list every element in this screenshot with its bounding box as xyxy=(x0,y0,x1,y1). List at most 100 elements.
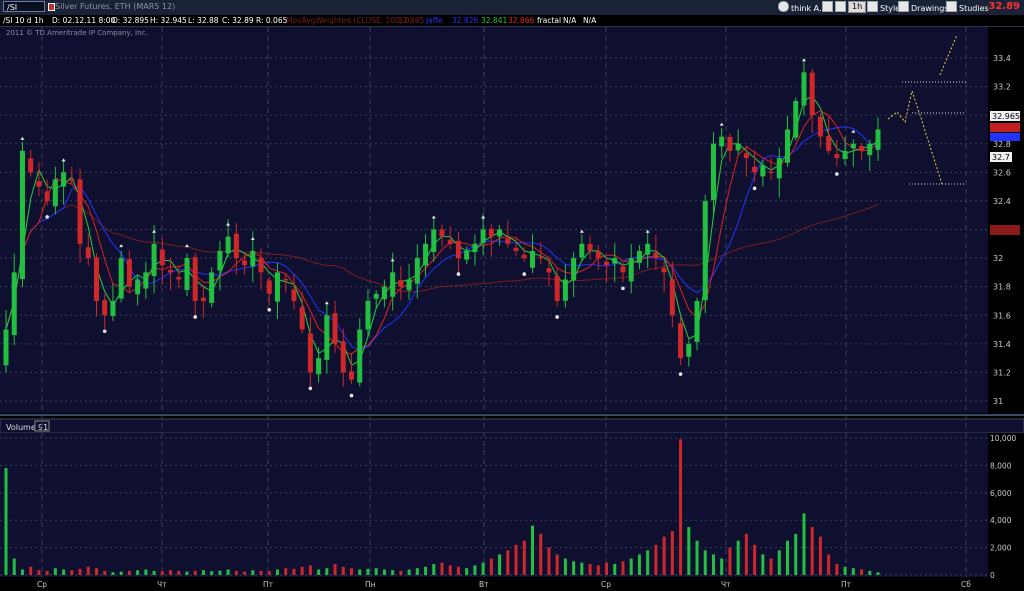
candle-body xyxy=(488,228,494,237)
volume-bar xyxy=(498,554,502,575)
candle-body xyxy=(694,300,700,342)
volume-bar xyxy=(169,570,173,575)
price-tick-label: 31 xyxy=(993,397,1003,406)
price-tick-label: 32 xyxy=(993,254,1003,263)
price-panel[interactable] xyxy=(0,27,988,413)
candle-body xyxy=(176,277,182,280)
volume-bar xyxy=(835,564,839,575)
volume-bar xyxy=(185,571,189,575)
volume-axis[interactable] xyxy=(988,433,1024,577)
time-axis[interactable] xyxy=(0,577,1024,591)
zoom-in-icon[interactable] xyxy=(822,1,833,12)
volume-bar xyxy=(547,547,551,575)
day-label: Пт xyxy=(841,580,852,589)
volume-bar xyxy=(860,569,864,575)
volume-bar xyxy=(728,547,732,575)
volume-bar xyxy=(210,571,214,575)
candle-body xyxy=(604,261,610,266)
chart-area[interactable]: 2011 © TD Ameritrade IP Company, Inc. Vo… xyxy=(0,27,1024,591)
candle-body xyxy=(217,250,223,271)
fractal-down-marker xyxy=(45,215,49,219)
volume-bar xyxy=(119,571,123,575)
volume-bar xyxy=(761,554,765,575)
price-tick-label: 31.6 xyxy=(993,311,1011,320)
volume-bar xyxy=(308,565,312,575)
symbol-input[interactable]: /SI xyxy=(3,1,45,12)
volume-bar xyxy=(753,544,757,575)
study-jaffe-label: Jaffe xyxy=(426,16,443,25)
drawings-button[interactable]: Drawings xyxy=(898,1,948,13)
candle-body xyxy=(233,233,239,259)
volume-bar xyxy=(736,540,740,575)
candle-body xyxy=(291,289,297,301)
candle-body xyxy=(349,371,355,380)
volume-bar xyxy=(637,554,641,575)
candle-body xyxy=(571,258,577,281)
fractal-down-marker xyxy=(267,308,272,312)
wma-tag xyxy=(990,225,1020,235)
price-tick-label: 31.2 xyxy=(993,368,1011,377)
volume-bar xyxy=(374,568,378,575)
fractal-down-marker xyxy=(752,186,757,191)
studies-button[interactable]: Studies xyxy=(946,1,989,13)
candle-body xyxy=(464,250,470,260)
candle-body xyxy=(316,358,322,375)
candle-body xyxy=(192,257,198,301)
volume-bar xyxy=(851,568,855,575)
studies-label: Studies xyxy=(959,4,989,13)
candle-body xyxy=(562,279,568,301)
think-ai-button[interactable]: think A.I. xyxy=(778,1,826,13)
candle-body xyxy=(431,229,437,253)
candle-body xyxy=(645,243,651,255)
candle-body xyxy=(546,268,552,273)
candle-body xyxy=(398,279,404,287)
volume-bar xyxy=(786,540,790,575)
candle-body xyxy=(686,343,692,357)
studies-icon xyxy=(946,1,957,12)
candle-body xyxy=(809,72,815,116)
zoom-out-icon[interactable] xyxy=(835,1,846,12)
candle-body xyxy=(752,166,758,173)
volume-bar xyxy=(20,569,24,575)
volume-bar xyxy=(424,566,428,575)
candle-body xyxy=(200,297,206,301)
candle-body xyxy=(85,247,91,259)
volume-bar xyxy=(695,540,699,575)
candle-body xyxy=(126,259,132,287)
candle-body xyxy=(184,258,190,290)
red-ma-tag xyxy=(990,123,1020,132)
volume-bar xyxy=(292,568,296,575)
style-button[interactable]: Style xyxy=(867,1,900,13)
price-tick-label: 32.6 xyxy=(993,168,1011,177)
candle-body xyxy=(595,251,601,259)
volume-bar xyxy=(802,513,806,575)
candle-body xyxy=(52,179,58,207)
candle-body xyxy=(842,150,848,160)
volume-bar xyxy=(769,558,773,575)
price-tick-label: 31.4 xyxy=(993,340,1011,349)
candle-body xyxy=(636,250,642,263)
volume-bar xyxy=(70,570,74,575)
day-label: Сб xyxy=(961,580,971,589)
volume-bar xyxy=(234,570,238,575)
candle-body xyxy=(151,243,157,277)
style-icon xyxy=(867,1,878,12)
volume-bar xyxy=(300,566,304,575)
interval-selector[interactable]: 1h xyxy=(848,1,867,13)
candle-body xyxy=(373,293,379,299)
volume-bar xyxy=(473,565,477,575)
day-label: Чт xyxy=(721,580,731,589)
volume-bar xyxy=(382,569,386,575)
volume-bar xyxy=(226,569,230,575)
volume-panel[interactable] xyxy=(0,433,988,577)
candle-body xyxy=(455,240,461,259)
candle-body xyxy=(332,313,338,344)
drawings-label: Drawings xyxy=(911,4,949,13)
study-jaffe-value: 32.826 xyxy=(452,16,479,25)
volume-bar xyxy=(580,562,584,575)
drawings-icon xyxy=(898,1,909,12)
bar-close: C: 32.89 xyxy=(222,16,254,25)
volume-bar xyxy=(687,527,691,575)
fractal-na-2: N/A xyxy=(583,16,597,25)
candle-body xyxy=(587,244,593,251)
